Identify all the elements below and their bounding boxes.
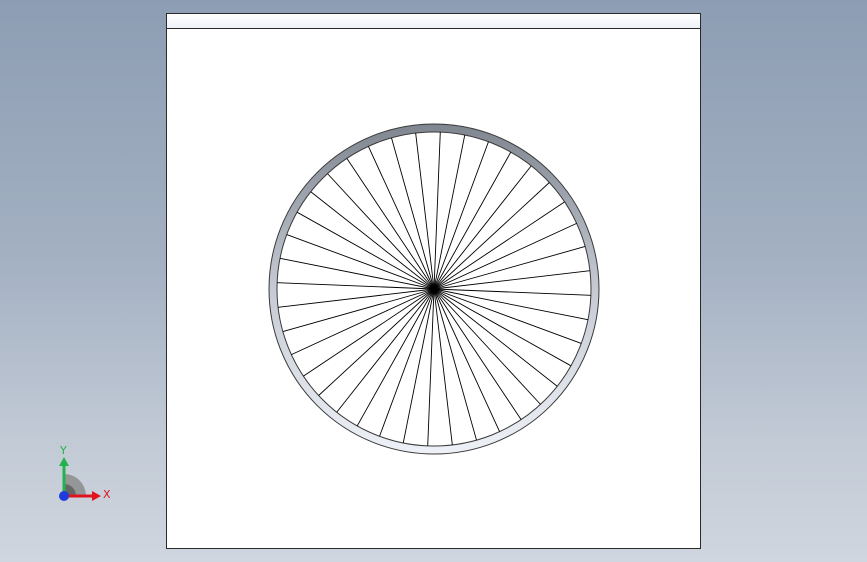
x-axis-label: X <box>103 488 111 501</box>
z-axis-dot-icon <box>59 491 69 501</box>
y-axis-label: Y <box>59 444 67 457</box>
wheel-model[interactable] <box>167 14 700 548</box>
axis-triad: Y X <box>59 444 111 501</box>
x-axis-arrow-icon <box>92 491 101 501</box>
graphics-viewport[interactable] <box>166 13 701 549</box>
y-axis-arrow-icon <box>59 457 69 466</box>
wheel-hub <box>431 286 437 292</box>
